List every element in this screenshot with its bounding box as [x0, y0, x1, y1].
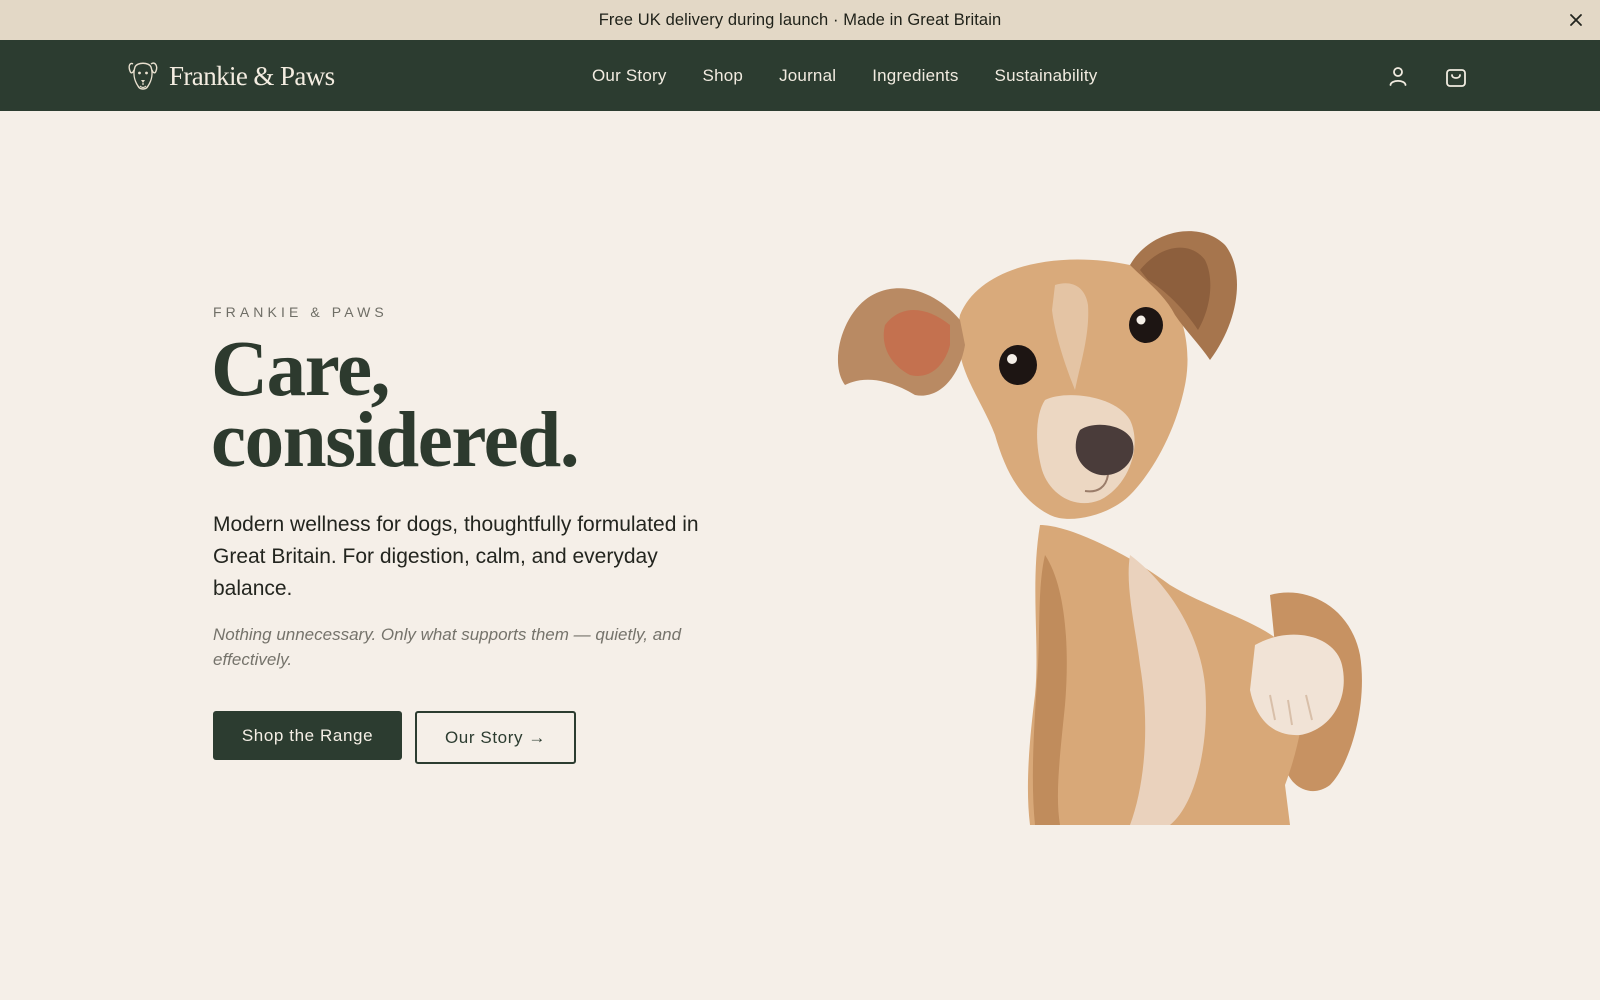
site-header: Frankie & Paws Our Story Shop Journal In… [0, 40, 1600, 111]
hero-headline-line1: Care, [211, 326, 390, 413]
hero-headline: Care, considered. [211, 326, 580, 484]
nav-shop[interactable]: Shop [703, 66, 744, 86]
close-icon[interactable] [1564, 8, 1588, 32]
shopping-bag-icon[interactable] [1443, 63, 1469, 89]
dog-logo-icon [128, 62, 158, 90]
main-nav: Our Story Shop Journal Ingredients Susta… [592, 40, 1098, 111]
hero-intro: Modern wellness for dogs, thoughtfully f… [213, 513, 699, 600]
shop-range-button[interactable]: Shop the Range [213, 711, 402, 760]
nav-our-story[interactable]: Our Story [592, 66, 667, 86]
hero-note: Nothing unnecessary. Only what supports … [213, 625, 682, 669]
announcement-bar: Free UK delivery during launch · Made in… [0, 0, 1600, 40]
logo-wordmark: Frankie & Paws [169, 60, 335, 91]
nav-ingredients[interactable]: Ingredients [872, 66, 958, 86]
nav-journal[interactable]: Journal [779, 66, 836, 86]
user-icon[interactable] [1385, 63, 1411, 89]
our-story-button[interactable]: Our Story → [415, 711, 576, 764]
announcement-text: Free UK delivery during launch · Made in… [598, 10, 1002, 29]
nav-sustainability[interactable]: Sustainability [995, 66, 1098, 86]
hero-headline-line2: considered. [211, 397, 580, 484]
dog-photo [837, 231, 1362, 825]
hero-eyebrow: FRANKIE & PAWS [213, 304, 388, 320]
logo[interactable]: Frankie & Paws [127, 56, 335, 96]
